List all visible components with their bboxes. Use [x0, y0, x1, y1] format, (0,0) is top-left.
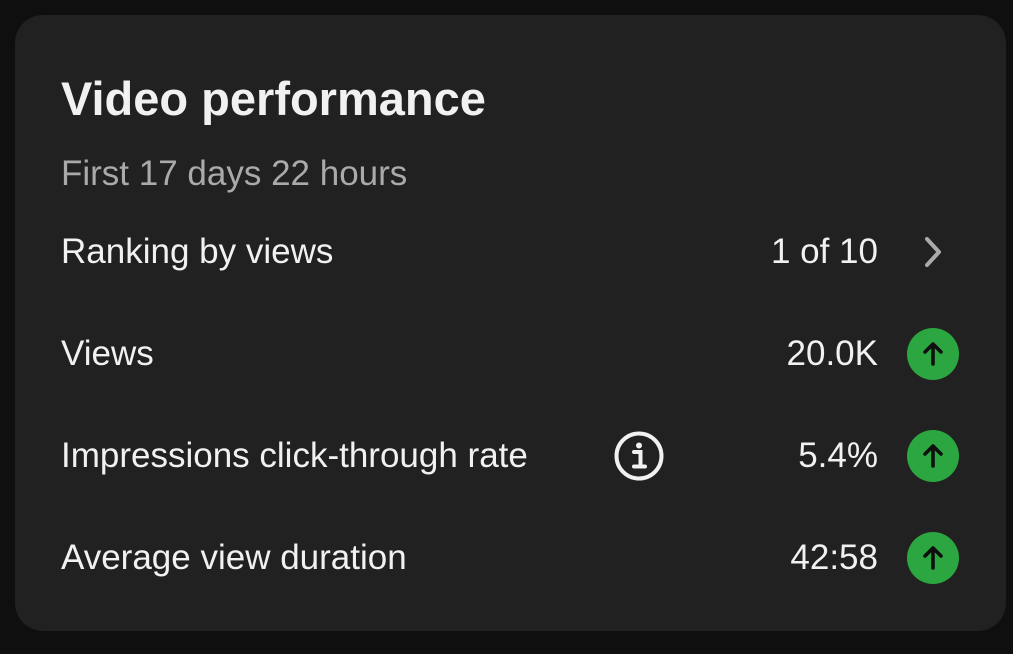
chevron-right-icon[interactable]: [907, 226, 959, 278]
info-icon[interactable]: [613, 430, 665, 482]
views-value: 20.0K: [786, 334, 878, 373]
average-view-duration-value: 42:58: [790, 538, 878, 577]
impressions-ctr-row: Impressions click-through rate 5.4%: [15, 416, 1006, 496]
views-label: Views: [61, 334, 154, 373]
ranking-by-views-row[interactable]: Ranking by views 1 of 10: [15, 212, 1006, 292]
impressions-ctr-value: 5.4%: [798, 436, 878, 475]
average-view-duration-row: Average view duration 42:58: [15, 518, 1006, 598]
ranking-label: Ranking by views: [61, 232, 334, 271]
card-title: Video performance: [61, 72, 486, 125]
impressions-ctr-label: Impressions click-through rate: [61, 436, 528, 475]
arrow-up-icon: [907, 430, 959, 482]
card-subtitle: First 17 days 22 hours: [61, 154, 408, 193]
views-row: Views 20.0K: [15, 314, 1006, 394]
arrow-up-icon: [907, 532, 959, 584]
video-performance-card: Video performance First 17 days 22 hours…: [15, 15, 1006, 631]
ranking-value: 1 of 10: [770, 232, 878, 271]
average-view-duration-label: Average view duration: [61, 538, 407, 577]
arrow-up-icon: [907, 328, 959, 380]
